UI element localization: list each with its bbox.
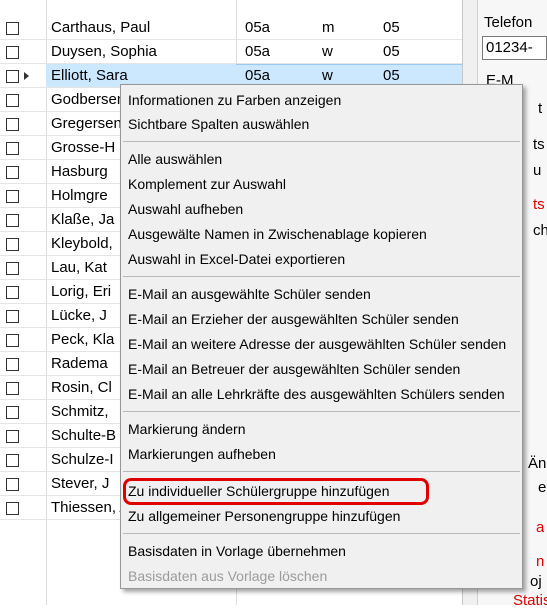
panel-text-fragment: ts <box>533 196 545 213</box>
menu-separator <box>123 533 520 534</box>
student-geschlecht: w <box>322 43 333 60</box>
menu-separator <box>123 141 520 142</box>
current-row-arrow-icon <box>24 72 29 80</box>
student-jahrgang: 05 <box>383 19 400 36</box>
row-checkbox[interactable] <box>6 70 19 83</box>
row-checkbox[interactable] <box>6 22 19 35</box>
panel-text-fragment: oj <box>530 573 542 590</box>
student-jahrgang: 05 <box>383 43 400 60</box>
menu-item-farben-info[interactable]: Informationen zu Farben anzeigen <box>128 91 341 109</box>
row-checkbox[interactable] <box>6 142 19 155</box>
menu-item-email-erzieher[interactable]: E-Mail an Erzieher der ausgewählten Schü… <box>128 310 459 328</box>
menu-item-auswahl-aufheben[interactable]: Auswahl aufheben <box>128 200 243 218</box>
row-checkbox[interactable] <box>6 94 19 107</box>
menu-item-basisdaten-uebernehmen[interactable]: Basisdaten in Vorlage übernehmen <box>128 542 346 560</box>
row-checkbox[interactable] <box>6 238 19 251</box>
menu-item-markierung-aendern[interactable]: Markierung ändern <box>128 420 246 438</box>
telefon-input[interactable]: 01234- <box>482 36 547 60</box>
row-checkbox[interactable] <box>6 406 19 419</box>
menu-separator <box>123 471 520 472</box>
panel-text-fragment: ts <box>533 136 545 153</box>
menu-item-email-weitere-adresse[interactable]: E-Mail an weitere Adresse der ausgewählt… <box>128 335 506 353</box>
student-geschlecht: m <box>322 19 335 36</box>
menu-item-komplement[interactable]: Komplement zur Auswahl <box>128 175 286 193</box>
menu-item-markierungen-aufheben[interactable]: Markierungen aufheben <box>128 445 276 463</box>
menu-separator <box>123 276 520 277</box>
menu-item-email-schueler[interactable]: E-Mail an ausgewählte Schüler senden <box>128 285 371 303</box>
row-checkbox[interactable] <box>6 46 19 59</box>
statistik-label: Statis <box>513 592 547 609</box>
menu-item-email-lehrkraefte[interactable]: E-Mail an alle Lehrkräfte des ausgewählt… <box>128 385 505 403</box>
panel-text-fragment: ch <box>533 222 547 239</box>
row-checkbox[interactable] <box>6 502 19 515</box>
student-name: Duysen, Sophia <box>51 43 157 60</box>
menu-item-namen-kopieren[interactable]: Ausgewälte Namen in Zwischenablage kopie… <box>128 225 427 243</box>
row-checkbox[interactable] <box>6 334 19 347</box>
menu-item-basisdaten-loeschen: Basisdaten aus Vorlage löschen <box>128 568 328 584</box>
menu-item-individuelle-gruppe[interactable]: Zu individueller Schülergruppe hinzufüge… <box>128 482 390 500</box>
panel-text-fragment: e <box>538 479 547 496</box>
row-checkbox[interactable] <box>6 262 19 275</box>
row-checkbox[interactable] <box>6 214 19 227</box>
panel-text-fragment: t <box>538 100 543 117</box>
row-checkbox[interactable] <box>6 310 19 323</box>
row-checkbox[interactable] <box>6 430 19 443</box>
row-checkbox[interactable] <box>6 478 19 491</box>
student-name: Carthaus, Paul <box>51 19 151 36</box>
panel-text-fragment: n <box>536 553 545 570</box>
panel-text-fragment: Än <box>528 455 547 472</box>
student-klasse: 05a <box>245 19 271 36</box>
panel-text-fragment: u <box>533 162 542 179</box>
context-menu: Informationen zu Farben anzeigen Sichtba… <box>120 84 523 589</box>
table-row[interactable]: Carthaus, Paul 05a m 05 <box>0 16 462 40</box>
row-checkbox[interactable] <box>6 454 19 467</box>
row-checkbox[interactable] <box>6 382 19 395</box>
row-checkbox[interactable] <box>6 166 19 179</box>
menu-item-allgemeine-gruppe[interactable]: Zu allgemeiner Personengruppe hinzufügen <box>128 507 400 525</box>
student-klasse: 05a <box>245 43 271 60</box>
telefon-label: Telefon <box>484 14 533 31</box>
menu-item-email-betreuer[interactable]: E-Mail an Betreuer der ausgewählten Schü… <box>128 360 460 378</box>
menu-separator <box>123 411 520 412</box>
menu-item-excel-export[interactable]: Auswahl in Excel-Datei exportieren <box>128 250 345 268</box>
row-checkbox[interactable] <box>6 190 19 203</box>
row-checkbox[interactable] <box>6 286 19 299</box>
row-checkbox[interactable] <box>6 118 19 131</box>
table-row[interactable]: Duysen, Sophia 05a w 05 <box>0 40 462 64</box>
panel-text-fragment: a <box>536 519 545 536</box>
row-checkbox[interactable] <box>6 358 19 371</box>
menu-item-sichtbare-spalten[interactable]: Sichtbare Spalten auswählen <box>128 115 309 133</box>
menu-item-alle-auswaehlen[interactable]: Alle auswählen <box>128 150 222 168</box>
